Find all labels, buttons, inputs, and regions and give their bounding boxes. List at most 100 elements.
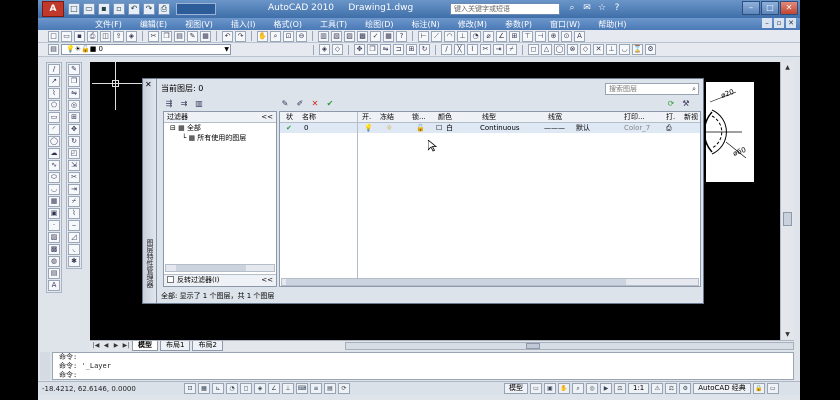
scrollbar-thumb[interactable]: [525, 343, 540, 349]
layer-previous-icon[interactable]: ◇: [332, 44, 343, 55]
menu-window[interactable]: 窗口(W): [541, 18, 589, 30]
menu-file[interactable]: 文件(F): [86, 18, 131, 30]
help-icon[interactable]: ?: [611, 2, 623, 15]
tab-layout2[interactable]: 布局2: [192, 341, 223, 351]
annotation-scale-icon[interactable]: ⚖: [614, 383, 626, 394]
set-current-icon[interactable]: ✔: [324, 98, 336, 109]
scrollbar-thumb[interactable]: [176, 265, 246, 271]
offset-icon[interactable]: ⊐: [393, 44, 404, 55]
redo-icon[interactable]: ↷: [143, 3, 155, 15]
menu-parametric[interactable]: 参数(P): [496, 18, 541, 30]
pan-icon[interactable]: ✋: [257, 30, 268, 42]
saveas-icon[interactable]: ▫: [113, 3, 125, 15]
dimension-aligned-icon[interactable]: ⟋: [431, 30, 442, 42]
chamfer-icon[interactable]: ◿: [68, 232, 80, 243]
snap-center-icon[interactable]: ◯: [554, 44, 565, 55]
layer-states-manager-icon[interactable]: ▥: [193, 98, 205, 109]
polyline-icon[interactable]: ⌇: [467, 44, 478, 55]
new-layer-vp-frozen-icon[interactable]: ✐: [294, 98, 306, 109]
quickcalc-icon[interactable]: ▦: [383, 30, 394, 42]
menu-view[interactable]: 视图(V): [176, 18, 222, 30]
unlock-icon[interactable]: 🔓: [416, 123, 425, 133]
clean-screen-icon[interactable]: ▭: [766, 383, 779, 394]
snap-mode-icon[interactable]: ⊡: [184, 383, 196, 394]
showmotion-icon[interactable]: ▶: [600, 383, 612, 394]
mirror-icon[interactable]: ⇋: [68, 88, 80, 99]
menu-dimension[interactable]: 标注(N): [403, 18, 449, 30]
filter-tree-node-used[interactable]: └ ▦ 所有使用的图层: [164, 133, 276, 143]
favorites-star-icon[interactable]: ☆: [596, 2, 608, 15]
menu-format[interactable]: 格式(O): [264, 18, 311, 30]
ellipse-icon[interactable]: ⬭: [48, 172, 60, 183]
minimize-button[interactable]: –: [742, 1, 760, 15]
make-current-icon[interactable]: ◈: [319, 44, 330, 55]
join-icon[interactable]: ⎯: [68, 220, 80, 231]
horizontal-scrollbar[interactable]: [344, 342, 794, 350]
point-icon[interactable]: ·: [48, 220, 60, 231]
column-plot-style[interactable]: 打印...: [624, 112, 645, 122]
zoom-icon[interactable]: ⌕: [572, 383, 584, 394]
palette-title-bar[interactable]: ✕ 图层特性管理器: [143, 79, 157, 303]
scroll-up-arrow-icon[interactable]: ▲: [783, 63, 792, 72]
copy-icon[interactable]: ❐: [161, 30, 172, 42]
new-property-filter-icon[interactable]: ⇶: [163, 98, 175, 109]
quick-properties-icon[interactable]: ▤: [324, 383, 336, 394]
menu-insert[interactable]: 插入(I): [222, 18, 265, 30]
layer-control-dropdown[interactable]: 💡☀🔓■ 0 ▼: [61, 44, 231, 55]
snap-nearest-icon[interactable]: ⌛: [632, 44, 643, 55]
undo-icon[interactable]: ↶: [222, 30, 233, 42]
column-plot[interactable]: 打.: [666, 112, 675, 122]
quick-view-layouts-icon[interactable]: ▭: [530, 383, 542, 394]
annotation-visibility-icon[interactable]: ⚠: [651, 383, 664, 394]
zoom-previous-icon[interactable]: ⊖: [296, 30, 307, 42]
new-layer-icon[interactable]: ✎: [279, 98, 291, 109]
move-icon[interactable]: ✥: [68, 124, 80, 135]
plot-preview-icon[interactable]: ◫: [100, 30, 111, 42]
menu-edit[interactable]: 编辑(E): [131, 18, 176, 30]
tolerance-icon[interactable]: ⊕: [548, 30, 559, 42]
steeringwheel-icon[interactable]: ◎: [586, 383, 598, 394]
extend-icon[interactable]: ⇥: [493, 44, 504, 55]
workspace-switching-icon[interactable]: ⚙: [679, 383, 692, 394]
copy-object-icon[interactable]: ❐: [68, 76, 80, 87]
plot-icon[interactable]: ⎙: [158, 3, 170, 15]
column-linetype[interactable]: 线型: [482, 112, 496, 122]
center-mark-icon[interactable]: ⊙: [561, 30, 572, 42]
scrollbar-thumb[interactable]: [286, 279, 626, 285]
printer-icon[interactable]: ⎙: [666, 123, 672, 133]
publish-icon[interactable]: ⇪: [113, 30, 124, 42]
pan-icon[interactable]: ✋: [558, 383, 570, 394]
layer-row[interactable]: ✔ 0 💡 ☼ 🔓 ☐ 白 Continuous ——— 默认 Color_7 …: [280, 123, 700, 133]
polar-tracking-icon[interactable]: ◔: [226, 383, 238, 394]
collapse-filter-pane-button[interactable]: <<: [261, 112, 273, 122]
revcloud-icon[interactable]: ☁: [48, 148, 60, 159]
xline-icon[interactable]: ╳: [454, 44, 465, 55]
command-prompt[interactable]: 命令:: [53, 371, 793, 380]
snap-tangent-icon[interactable]: ◡: [619, 44, 630, 55]
model-space-button[interactable]: 模型: [504, 383, 528, 394]
object-snap-icon[interactable]: ◻: [240, 383, 252, 394]
open-icon[interactable]: ▭: [61, 30, 72, 42]
prev-tab-icon[interactable]: ◀: [102, 342, 110, 350]
extend-icon[interactable]: ⇥: [68, 184, 80, 195]
save-icon[interactable]: ▪: [74, 30, 85, 42]
autoscale-icon[interactable]: ⚖: [665, 383, 678, 394]
search-icon[interactable]: ⌕: [566, 2, 578, 15]
erase-icon[interactable]: ✎: [68, 64, 80, 75]
qnew-icon[interactable]: □: [48, 30, 59, 42]
xline-icon[interactable]: ↗: [48, 76, 60, 87]
sheet-set-icon[interactable]: ▩: [357, 30, 368, 42]
explode-icon[interactable]: ✱: [68, 256, 80, 267]
menu-help[interactable]: 帮助(H): [589, 18, 635, 30]
mtext-icon[interactable]: A: [48, 280, 60, 291]
scale-icon[interactable]: ◰: [68, 148, 80, 159]
menu-tools[interactable]: 工具(T): [311, 18, 356, 30]
gradient-icon[interactable]: ▩: [48, 244, 60, 255]
osnap-settings-icon[interactable]: ⚙: [645, 44, 656, 55]
doc-restore-button[interactable]: ▫: [774, 18, 784, 28]
arc-icon[interactable]: ◜: [48, 124, 60, 135]
menu-draw[interactable]: 绘图(D): [356, 18, 402, 30]
column-lock[interactable]: 锁...: [412, 112, 426, 122]
layer-plot-style[interactable]: Color_7: [624, 123, 650, 133]
dimension-linear-icon[interactable]: ⊢: [418, 30, 429, 42]
